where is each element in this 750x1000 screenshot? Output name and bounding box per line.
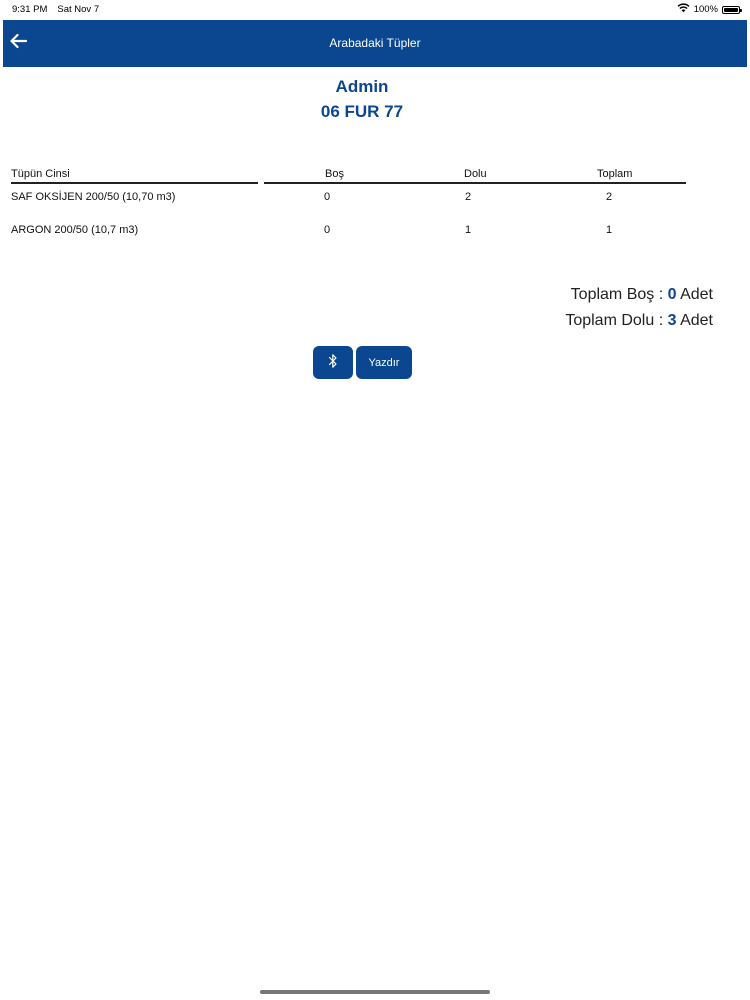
- column-header-full: Dolu: [464, 168, 487, 180]
- status-bar: 9:31 PM Sat Nov 7 100%: [0, 0, 750, 18]
- total-empty: Toplam Boş : 0 Adet: [571, 286, 713, 304]
- status-time: 9:31 PM: [12, 4, 48, 15]
- cell-total: 1: [606, 224, 613, 236]
- cell-empty: 0: [324, 191, 331, 203]
- battery-percent: 100%: [693, 4, 718, 15]
- total-full-unit: Adet: [680, 312, 713, 329]
- bluetooth-button[interactable]: [313, 346, 353, 379]
- home-indicator: [260, 990, 490, 994]
- total-full-value: 3: [667, 312, 677, 329]
- total-empty-unit: Adet: [680, 286, 713, 303]
- column-header-type: Tüpün Cinsi: [11, 168, 70, 180]
- nav-bar: Arabadaki Tüpler: [3, 20, 747, 67]
- cell-type: ARGON 200/50 (10,7 m3): [11, 224, 139, 236]
- cell-type: SAF OKSİJEN 200/50 (10,70 m3): [11, 191, 176, 203]
- print-button[interactable]: Yazdır: [356, 346, 412, 379]
- total-full-label: Toplam Dolu :: [565, 312, 664, 329]
- header-divider: [264, 182, 686, 184]
- bluetooth-icon: [328, 353, 338, 372]
- nav-title: Arabadaki Tüpler: [329, 36, 421, 50]
- cell-total: 2: [606, 191, 613, 203]
- column-header-total: Toplam: [597, 168, 633, 180]
- total-empty-label: Toplam Boş :: [570, 286, 664, 303]
- total-full: Toplam Dolu : 3 Adet: [565, 312, 713, 330]
- vehicle-plate: 06 FUR 77: [320, 102, 404, 121]
- cell-full: 2: [465, 191, 472, 203]
- cell-full: 1: [465, 224, 472, 236]
- total-empty-value: 0: [667, 286, 677, 303]
- column-header-empty: Boş: [325, 168, 344, 180]
- battery-icon: [722, 5, 742, 14]
- status-date: Sat Nov 7: [57, 4, 100, 15]
- wifi-icon: [677, 3, 690, 16]
- header-divider: [11, 182, 258, 184]
- cell-empty: 0: [324, 224, 331, 236]
- user-name: Admin: [335, 77, 389, 96]
